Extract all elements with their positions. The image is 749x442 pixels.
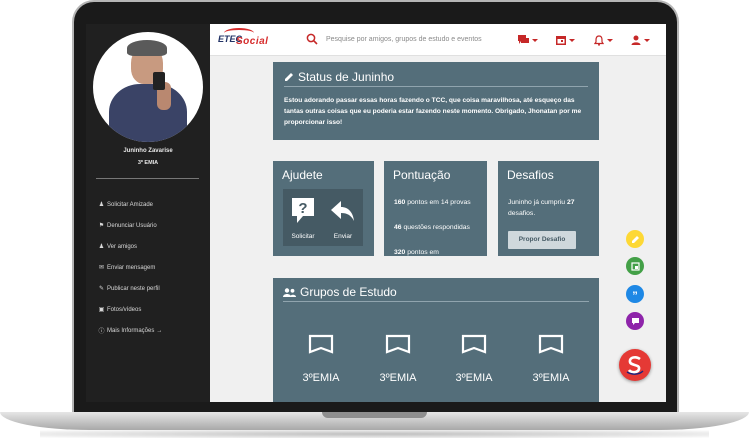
- fab-quote[interactable]: ”: [626, 285, 644, 303]
- study-group-label: 3ºEMIA: [532, 372, 570, 384]
- fab-chat[interactable]: [626, 312, 644, 330]
- users-icon: ♟: [98, 244, 105, 250]
- sidebar-item-label: Solicitar Amizade: [107, 201, 154, 208]
- desafios-title: Desafios: [507, 168, 554, 182]
- send-answer-button[interactable]: Enviar: [323, 189, 363, 246]
- image-icon: [630, 261, 640, 271]
- ajudete-card: Ajudete ? Solicitar Enviar: [273, 161, 374, 256]
- profile-class: 3º EMIA: [137, 160, 159, 166]
- desafios-text: Juninho já cumpriu 27 desafios.: [508, 199, 575, 217]
- divider: [283, 301, 589, 302]
- sidebar-item-mais-informacoes[interactable]: ⓘ Mais Informações →: [98, 320, 162, 341]
- fab-add-photo[interactable]: [626, 257, 644, 275]
- search-input[interactable]: Pesquise por amigos, grupos de estudo e …: [326, 36, 482, 43]
- group-banner-icon: [538, 334, 564, 354]
- sidebar-item-ver-amigos[interactable]: ♟ Ver amigos: [98, 236, 162, 257]
- laptop-shadow: [40, 430, 709, 438]
- info-icon: ⓘ: [98, 329, 105, 335]
- etec-s-logo-icon: [626, 356, 644, 375]
- group-banner-icon: [308, 334, 334, 354]
- search-icon[interactable]: [306, 33, 318, 45]
- sidebar-item-denunciar[interactable]: ⚑ Denunciar Usuário: [98, 215, 162, 236]
- request-help-label: Solicitar: [291, 233, 315, 240]
- score-line: 320 pontos em: [394, 249, 439, 256]
- study-group-label: 3ºEMIA: [302, 372, 340, 384]
- study-groups-card: Grupos de Estudo 3ºEMIA 3ºEMIA 3ºEMIA 3º…: [273, 278, 599, 402]
- arrow-right-icon: →: [156, 327, 163, 334]
- study-groups-title: Grupos de Estudo: [300, 285, 397, 299]
- sidebar-item-label: Denunciar Usuário: [107, 222, 157, 229]
- messages-icon: [518, 35, 529, 44]
- chat-icon: [631, 317, 639, 325]
- profile-sidebar: Juninho Zavarise 3º EMIA ♟ Solicitar Ami…: [86, 24, 210, 402]
- status-text: Estou adorando passar essas horas fazend…: [284, 97, 582, 126]
- avatar[interactable]: [93, 32, 203, 142]
- bell-icon: [594, 34, 604, 46]
- reply-icon: [331, 201, 354, 221]
- score-line: 46 questões respondidas: [394, 224, 470, 231]
- status-title: Status de Juninho: [298, 70, 395, 84]
- account-dropdown[interactable]: [631, 34, 650, 46]
- sidebar-item-solicitar-amizade[interactable]: ♟ Solicitar Amizade: [98, 194, 162, 215]
- pontuacao-title: Pontuação: [393, 168, 451, 182]
- quote-icon: ”: [632, 289, 638, 302]
- top-navbar: ETEC Social Pesquise por amigos, grupos …: [210, 24, 666, 56]
- pencil-icon: [285, 73, 293, 81]
- sidebar-item-enviar-mensagem[interactable]: ✉ Enviar mensagem: [98, 257, 162, 278]
- sidebar-menu: ♟ Solicitar Amizade ⚑ Denunciar Usuário …: [98, 194, 162, 341]
- status-title-row: Status de Juninho: [284, 70, 394, 84]
- svg-text:?: ?: [298, 200, 307, 217]
- flag-icon: ⚑: [98, 223, 105, 229]
- sidebar-item-publicar[interactable]: ✎ Publicar neste perfil: [98, 278, 162, 299]
- users-icon: [283, 287, 296, 297]
- laptop-notch: [322, 412, 427, 418]
- laptop-frame: Juninho Zavarise 3º EMIA ♟ Solicitar Ami…: [0, 0, 749, 442]
- fab-main-menu[interactable]: [619, 349, 651, 381]
- group-banner-icon: [385, 334, 411, 354]
- ajudete-actions: ? Solicitar Enviar: [283, 189, 363, 246]
- chat-icon: ✉: [98, 265, 105, 271]
- camera-icon: ▣: [98, 307, 105, 313]
- sidebar-item-label: Ver amigos: [107, 243, 138, 250]
- calendar-icon: [556, 36, 566, 45]
- profile-name: Juninho Zavarise: [123, 148, 173, 154]
- screen: Juninho Zavarise 3º EMIA ♟ Solicitar Ami…: [86, 24, 666, 402]
- study-group-label: 3ºEMIA: [455, 372, 493, 384]
- request-help-button[interactable]: ? Solicitar: [283, 189, 323, 246]
- notifications-dropdown[interactable]: [594, 34, 613, 46]
- messages-dropdown[interactable]: [518, 34, 538, 46]
- pencil-icon: [631, 235, 639, 243]
- sidebar-item-fotos[interactable]: ▣ Fotos/vídeos: [98, 299, 162, 320]
- study-groups-title-row: Grupos de Estudo: [283, 285, 397, 299]
- account-icon: [631, 35, 641, 45]
- propose-challenge-button[interactable]: Propor Desafio: [508, 231, 576, 249]
- study-group-label: 3ºEMIA: [379, 372, 417, 384]
- divider: [284, 86, 588, 87]
- user-plus-icon: ♟: [98, 202, 105, 208]
- sidebar-item-label: Fotos/vídeos: [107, 306, 142, 313]
- status-card: Status de Juninho Estou adorando passar …: [273, 62, 599, 140]
- pontuacao-card: Pontuação 160 pontos em 14 provas 46 que…: [384, 161, 487, 256]
- sidebar-item-label: Publicar neste perfil: [107, 285, 160, 292]
- etec-social-logo[interactable]: ETEC Social: [218, 27, 284, 53]
- score-line: 160 pontos em 14 provas: [394, 199, 471, 206]
- calendar-dropdown[interactable]: [556, 34, 575, 46]
- sidebar-item-label: Enviar mensagem: [107, 264, 156, 271]
- sidebar-divider: [96, 178, 199, 179]
- desafios-card: Desafios Juninho já cumpriu 27 desafios.…: [498, 161, 599, 256]
- fab-write-post[interactable]: [626, 230, 644, 248]
- question-icon: ?: [292, 198, 314, 223]
- sidebar-item-label: Mais Informações: [107, 327, 155, 334]
- send-answer-label: Enviar: [333, 233, 353, 240]
- pencil-icon: ✎: [98, 286, 105, 292]
- group-banner-icon: [461, 334, 487, 354]
- ajudete-title: Ajudete: [282, 168, 323, 182]
